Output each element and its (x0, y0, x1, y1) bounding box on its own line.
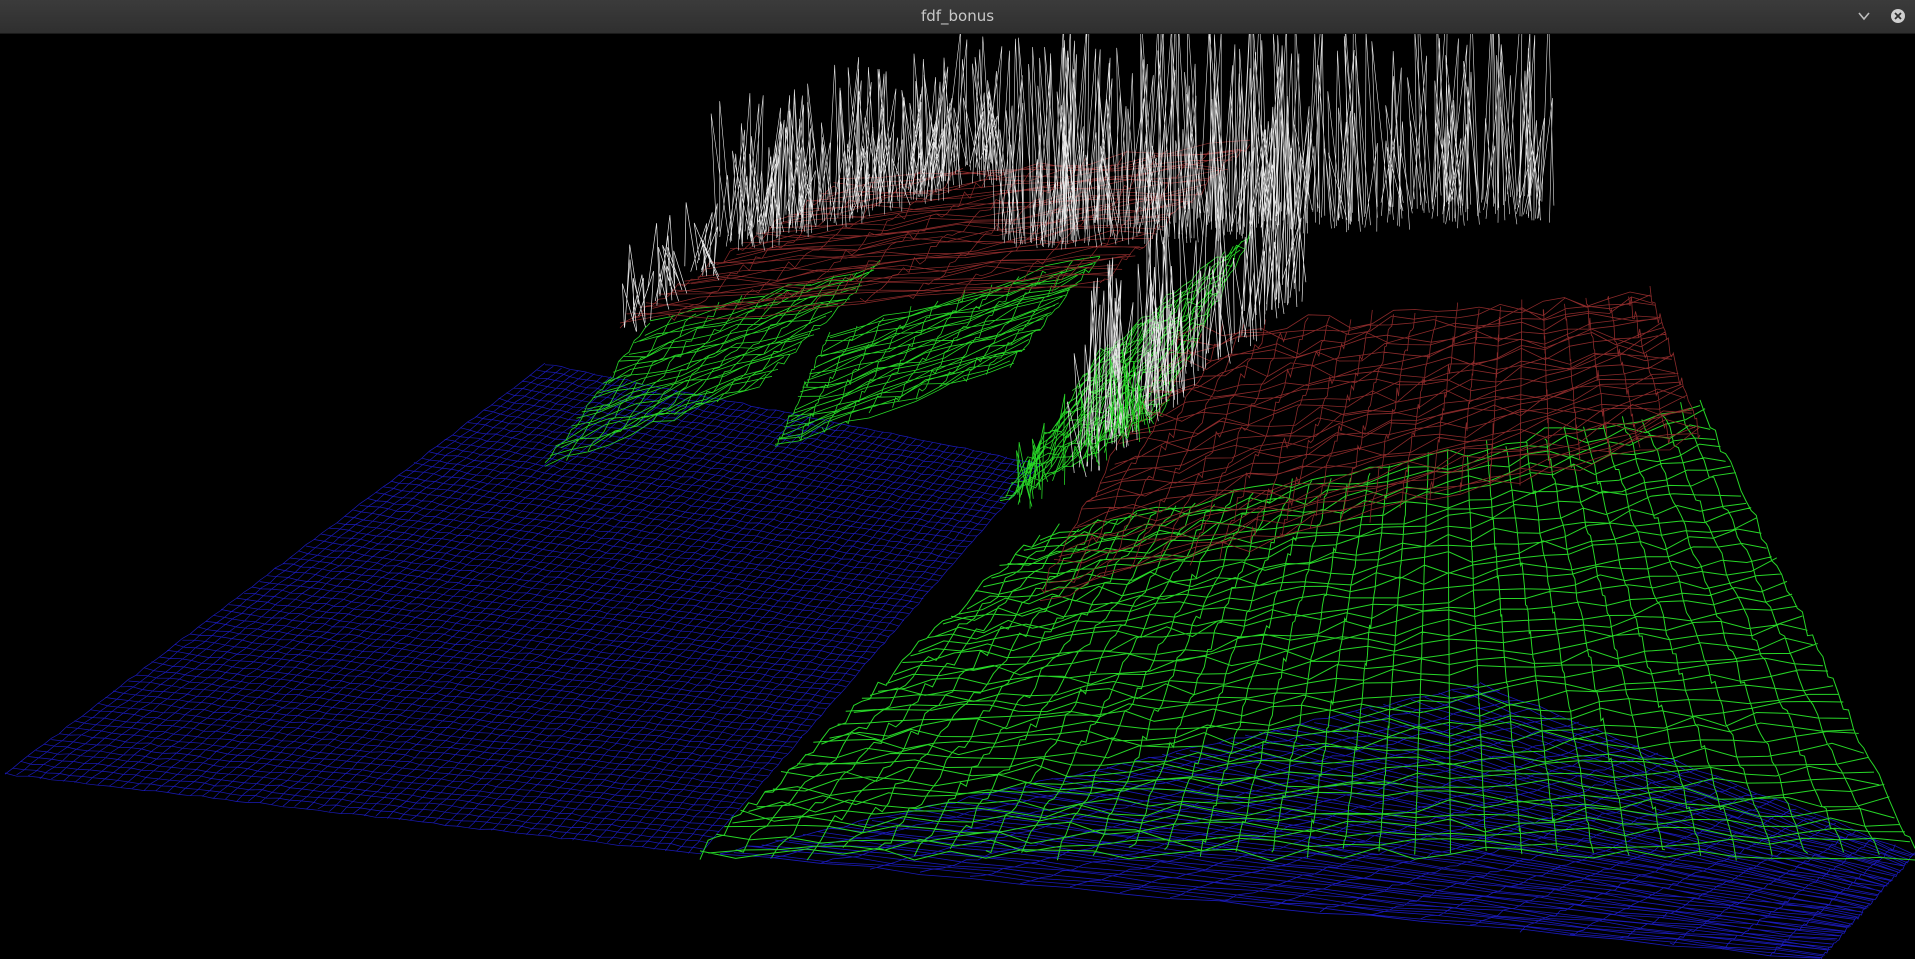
minimize-button[interactable] (1854, 6, 1874, 26)
terrain-low-plane-left (4, 362, 1041, 855)
close-button[interactable] (1888, 6, 1908, 26)
title-bar[interactable]: fdf_bonus (0, 0, 1915, 34)
window-title: fdf_bonus (920, 7, 995, 25)
chevron-down-icon (1858, 12, 1870, 21)
terrain-peaks-mid (710, 34, 1006, 251)
wireframe-terrain (4, 34, 1915, 959)
terrain-red-band (1039, 285, 1701, 602)
terrain-green-foreground (699, 399, 1915, 862)
app-window: fdf_bonus (0, 0, 1915, 959)
terrain-green-ridge-2 (774, 255, 1101, 447)
render-viewport[interactable] (0, 34, 1915, 959)
close-circle-icon (1891, 9, 1905, 23)
terrain-peaks-left (622, 202, 720, 332)
terrain-green-ridge-1 (544, 260, 881, 467)
